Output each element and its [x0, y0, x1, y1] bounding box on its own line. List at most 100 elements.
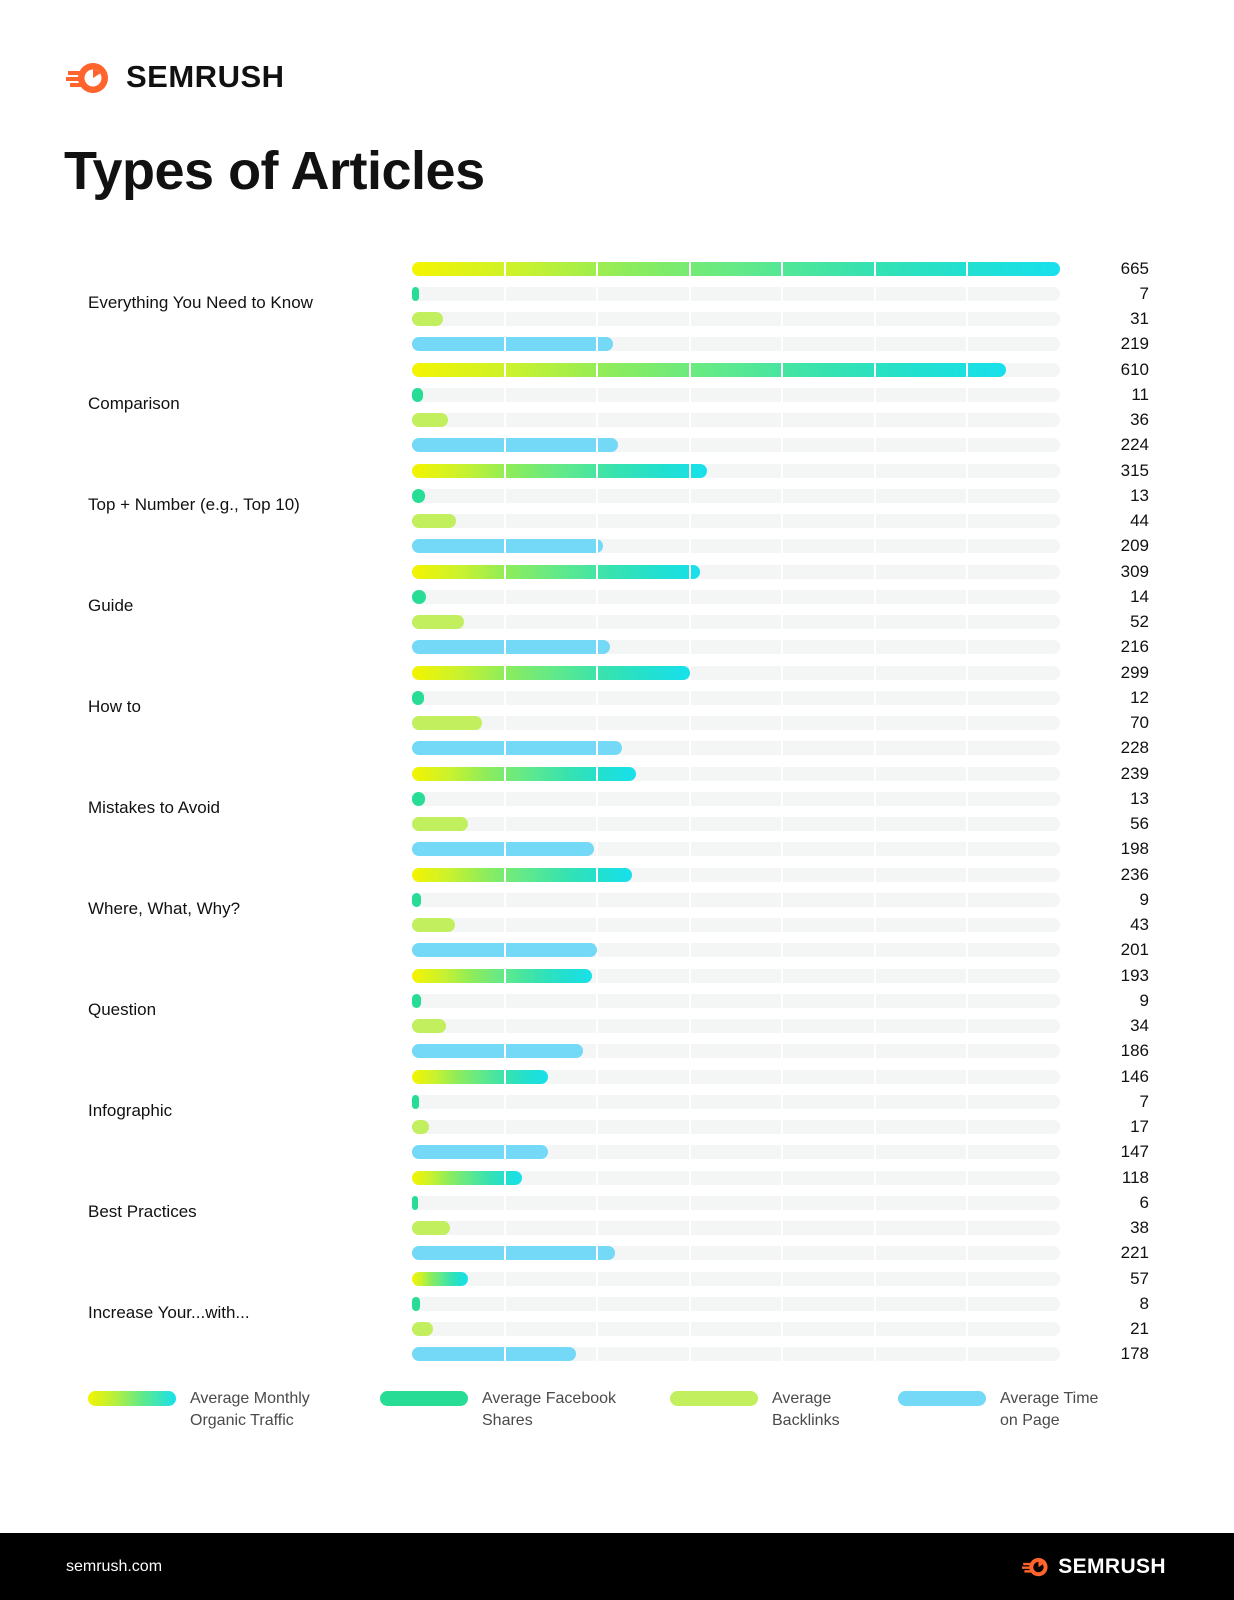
bar-row-tp: [412, 334, 1060, 354]
bar-value: 14: [1130, 587, 1149, 606]
category-label: Top + Number (e.g., Top 10): [88, 494, 300, 514]
bar-bl: [412, 1019, 446, 1033]
bar-track: [412, 1272, 1060, 1286]
bar-value: 21: [1130, 1319, 1149, 1338]
bar-track: [412, 388, 1060, 402]
bar-row-bl: [412, 1218, 1060, 1238]
bar-row-fb: [412, 1294, 1060, 1314]
chart-group: Mistakes to Avoid 239 13 56 198: [0, 757, 1234, 858]
bar-value: 178: [1120, 1344, 1149, 1363]
bar-row-tp: [412, 1142, 1060, 1162]
semrush-flame-icon: [66, 55, 112, 99]
chart-group: Top + Number (e.g., Top 10) 315 13 44 209: [0, 454, 1234, 555]
bar-track: [412, 1196, 1060, 1210]
bar-value: 299: [1120, 663, 1149, 682]
bar-value: 70: [1130, 713, 1149, 732]
chart-legend: Average Monthly Organic Traffic Average Fa…: [88, 1388, 1158, 1433]
bar-track: [412, 1120, 1060, 1134]
value-column: 193 9 34 186: [1075, 966, 1149, 1061]
bar-tp: [412, 337, 613, 351]
bar-traffic: [412, 868, 632, 882]
bar-fb: [412, 994, 421, 1008]
bar-row-bl: [412, 1016, 1060, 1036]
bar-fb: [412, 1095, 419, 1109]
bar-bl: [412, 1322, 433, 1336]
bar-value: 201: [1120, 940, 1149, 959]
bar-value: 224: [1120, 435, 1149, 454]
bar-traffic: [412, 363, 1006, 377]
bar-value: 147: [1120, 1142, 1149, 1161]
bar-traffic: [412, 565, 700, 579]
bar-row-traffic: [412, 966, 1060, 986]
value-column: 57 8 21 178: [1075, 1269, 1149, 1364]
brand-header: SEMRUSH: [66, 55, 285, 99]
bar-track: [412, 1297, 1060, 1311]
bar-rows: [412, 865, 1060, 960]
bar-row-traffic: [412, 764, 1060, 784]
chart-group: Comparison 610 11 36 224: [0, 353, 1234, 454]
bar-row-fb: [412, 890, 1060, 910]
value-column: 665 7 31 219: [1075, 259, 1149, 354]
bar-row-traffic: [412, 865, 1060, 885]
bar-track: [412, 413, 1060, 427]
bar-bl: [412, 312, 443, 326]
category-label: Question: [88, 999, 157, 1019]
bar-row-fb: [412, 587, 1060, 607]
bar-tp: [412, 943, 597, 957]
bar-track: [412, 817, 1060, 831]
bar-row-bl: [412, 410, 1060, 430]
bar-row-tp: [412, 435, 1060, 455]
bar-track: [412, 994, 1060, 1008]
bar-track: [412, 514, 1060, 528]
chart-group: Question 193 9 34 186: [0, 959, 1234, 1060]
bar-tp: [412, 539, 603, 553]
bar-value: 7: [1139, 284, 1149, 303]
footer-wordmark: SEMRUSH: [1058, 1554, 1166, 1578]
bar-row-traffic: [412, 663, 1060, 683]
bar-bl: [412, 817, 468, 831]
bar-value: 7: [1139, 1092, 1149, 1111]
bar-bl: [412, 413, 448, 427]
bar-tp: [412, 1145, 548, 1159]
bar-track: [412, 312, 1060, 326]
bar-track: [412, 489, 1060, 503]
bar-bl: [412, 615, 464, 629]
legend-label: Average Backlinks: [772, 1388, 840, 1433]
bar-value: 209: [1120, 536, 1149, 555]
bar-tp: [412, 842, 594, 856]
footer-url[interactable]: semrush.com: [66, 1558, 162, 1576]
legend-label: Average Facebook Shares: [482, 1388, 616, 1433]
bar-value: 219: [1120, 334, 1149, 353]
category-label: Infographic: [88, 1100, 173, 1120]
chart-group: Where, What, Why? 236 9 43 201: [0, 858, 1234, 959]
bar-track: [412, 287, 1060, 301]
bar-row-traffic: [412, 461, 1060, 481]
legend-swatch-tp: [898, 1391, 986, 1406]
legend-label-line1: Average Monthly: [190, 1390, 310, 1407]
category-label: Comparison: [88, 393, 180, 413]
bar-traffic: [412, 666, 690, 680]
value-column: 118 6 38 221: [1075, 1168, 1149, 1263]
bar-row-traffic: [412, 259, 1060, 279]
legend-label: Average Time on Page: [1000, 1388, 1098, 1433]
bar-bl: [412, 1221, 450, 1235]
bar-track: [412, 1221, 1060, 1235]
bar-value: 11: [1131, 385, 1149, 404]
bar-traffic: [412, 1070, 548, 1084]
bar-value: 315: [1120, 461, 1149, 480]
value-column: 146 7 17 147: [1075, 1067, 1149, 1162]
bar-fb: [412, 590, 426, 604]
bar-value: 52: [1130, 612, 1149, 631]
bar-tp: [412, 741, 622, 755]
bar-fb: [412, 1297, 420, 1311]
bar-row-tp: [412, 1041, 1060, 1061]
value-column: 315 13 44 209: [1075, 461, 1149, 556]
bar-row-bl: [412, 612, 1060, 632]
bar-row-bl: [412, 1117, 1060, 1137]
legend-item-bl: Average Backlinks: [670, 1388, 898, 1433]
bar-fb: [412, 489, 425, 503]
bar-track: [412, 1095, 1060, 1109]
bar-row-bl: [412, 1319, 1060, 1339]
value-column: 239 13 56 198: [1075, 764, 1149, 859]
bar-value: 34: [1130, 1016, 1149, 1035]
